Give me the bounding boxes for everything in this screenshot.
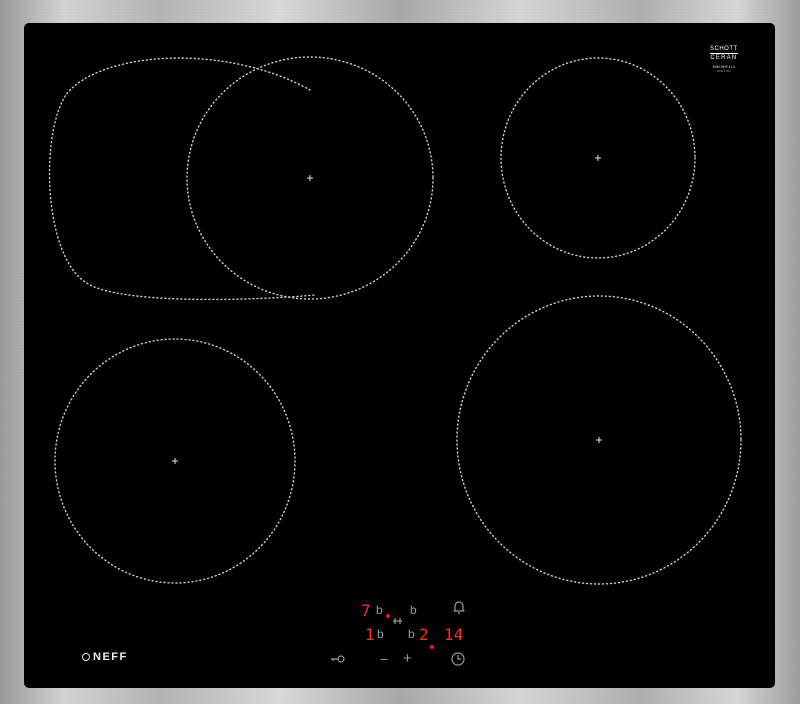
brand-name: NEFF: [93, 651, 128, 663]
key-icon[interactable]: [331, 655, 345, 663]
pan-detect-icon: [393, 618, 402, 624]
schott-ceran-label: SCHOTT CERAN M5K5RF1L0 0001215C: [710, 46, 738, 73]
zone-center-mark: [307, 175, 313, 181]
extended-zone-outline: [48, 57, 316, 301]
front-right-zone-led: [430, 645, 434, 649]
cooking-zones: [48, 56, 742, 666]
schott-text: SCHOTT: [710, 46, 738, 52]
zone-center-mark: [596, 437, 602, 443]
brand-dot-icon: [82, 653, 90, 661]
minus-button[interactable]: −: [380, 652, 388, 666]
zone-center-mark: [172, 458, 178, 464]
plus-button[interactable]: +: [403, 651, 412, 666]
front-right-zone-selector[interactable]: b: [408, 628, 415, 640]
front-left-zone-selector[interactable]: b: [377, 628, 384, 640]
rear-left-zone-led: [386, 614, 390, 618]
bell-icon[interactable]: [453, 601, 465, 614]
rear-right-zone-selector[interactable]: b: [410, 604, 417, 616]
brand-logo: NEFF: [82, 651, 128, 663]
front-right-power-level: 2: [419, 625, 429, 644]
clock-icon[interactable]: [451, 652, 465, 666]
serial-number: 0001215C: [716, 69, 731, 73]
rear-left-power-level: 7: [361, 601, 371, 620]
ceran-text: CERAN: [710, 53, 738, 61]
rear-left-zone-selector[interactable]: b: [376, 604, 383, 616]
timer-display: 14: [444, 625, 464, 644]
front-left-power-level: 1: [365, 625, 375, 644]
zone-center-mark: [595, 155, 601, 161]
